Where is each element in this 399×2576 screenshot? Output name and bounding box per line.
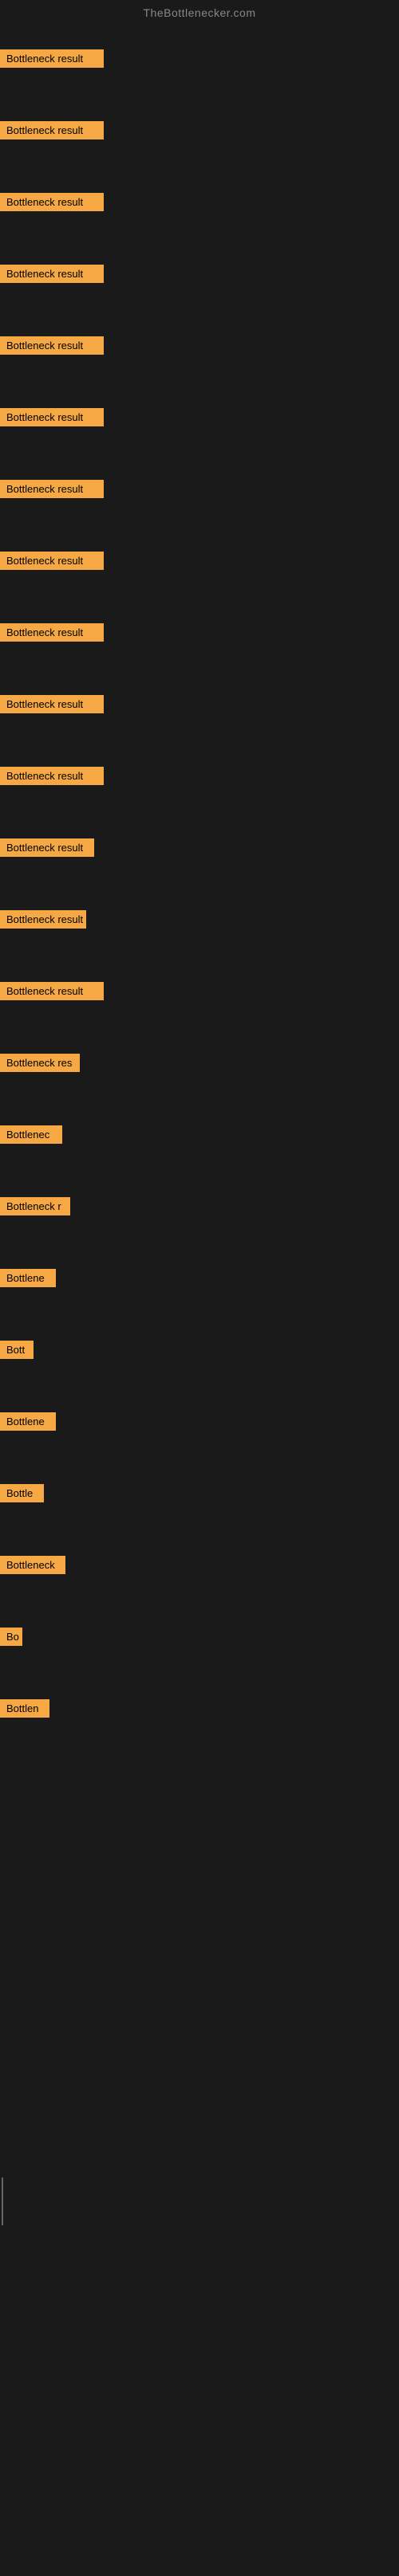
- bottleneck-bar-16[interactable]: Bottleneck r: [0, 1197, 70, 1215]
- bottleneck-bar-8[interactable]: Bottleneck result: [0, 623, 104, 642]
- bar-row-23[interactable]: Bottlen: [0, 1699, 49, 1722]
- bars-container: Bottleneck result Bottleneck result Bottle…: [0, 26, 399, 2576]
- bar-row-1[interactable]: Bottleneck result: [0, 121, 104, 143]
- bottleneck-bar-14[interactable]: Bottleneck res: [0, 1054, 80, 1072]
- bottleneck-bar-20[interactable]: Bottle: [0, 1484, 44, 1502]
- bottleneck-bar-2[interactable]: Bottleneck result: [0, 193, 104, 211]
- bar-row-22[interactable]: Bo: [0, 1628, 22, 1650]
- bottleneck-bar-0[interactable]: Bottleneck result: [0, 49, 104, 68]
- bar-row-5[interactable]: Bottleneck result: [0, 408, 104, 430]
- bar-row-17[interactable]: Bottlene: [0, 1269, 56, 1291]
- bottleneck-bar-3[interactable]: Bottleneck result: [0, 265, 104, 283]
- bottleneck-bar-1[interactable]: Bottleneck result: [0, 121, 104, 139]
- bottleneck-bar-4[interactable]: Bottleneck result: [0, 336, 104, 355]
- bottleneck-bar-13[interactable]: Bottleneck result: [0, 982, 104, 1000]
- bar-row-20[interactable]: Bottle: [0, 1484, 44, 1506]
- bar-row-7[interactable]: Bottleneck result: [0, 552, 104, 574]
- bottleneck-bar-10[interactable]: Bottleneck result: [0, 767, 104, 785]
- bottleneck-bar-7[interactable]: Bottleneck result: [0, 552, 104, 570]
- bar-row-21[interactable]: Bottleneck: [0, 1556, 65, 1578]
- bar-row-15[interactable]: Bottlenec: [0, 1125, 62, 1148]
- bottleneck-bar-22[interactable]: Bo: [0, 1628, 22, 1646]
- bar-row-8[interactable]: Bottleneck result: [0, 623, 104, 646]
- bottleneck-bar-21[interactable]: Bottleneck: [0, 1556, 65, 1574]
- bar-row-19[interactable]: Bottlene: [0, 1412, 56, 1435]
- bottleneck-bar-17[interactable]: Bottlene: [0, 1269, 56, 1287]
- bottleneck-bar-11[interactable]: Bottleneck result: [0, 838, 94, 857]
- bar-row-14[interactable]: Bottleneck res: [0, 1054, 80, 1076]
- bottleneck-bar-12[interactable]: Bottleneck result: [0, 910, 86, 929]
- bottleneck-bar-5[interactable]: Bottleneck result: [0, 408, 104, 426]
- bar-row-2[interactable]: Bottleneck result: [0, 193, 104, 215]
- site-title: TheBottlenecker.com: [0, 0, 399, 26]
- bottleneck-bar-9[interactable]: Bottleneck result: [0, 695, 104, 713]
- bar-row-13[interactable]: Bottleneck result: [0, 982, 104, 1004]
- bar-row-4[interactable]: Bottleneck result: [0, 336, 104, 359]
- bar-row-9[interactable]: Bottleneck result: [0, 695, 104, 717]
- bar-row-10[interactable]: Bottleneck result: [0, 767, 104, 789]
- bar-row-6[interactable]: Bottleneck result: [0, 480, 104, 502]
- bottleneck-bar-6[interactable]: Bottleneck result: [0, 480, 104, 498]
- bar-row-11[interactable]: Bottleneck result: [0, 838, 94, 861]
- bottleneck-bar-19[interactable]: Bottlene: [0, 1412, 56, 1431]
- bottleneck-bar-18[interactable]: Bott: [0, 1341, 34, 1359]
- bar-row-12[interactable]: Bottleneck result: [0, 910, 86, 933]
- bottleneck-bar-15[interactable]: Bottlenec: [0, 1125, 62, 1144]
- bar-row-18[interactable]: Bott: [0, 1341, 34, 1363]
- bar-row-0[interactable]: Bottleneck result: [0, 49, 104, 72]
- bar-row-3[interactable]: Bottleneck result: [0, 265, 104, 287]
- bar-row-16[interactable]: Bottleneck r: [0, 1197, 70, 1219]
- bottleneck-bar-23[interactable]: Bottlen: [0, 1699, 49, 1718]
- cursor-line: [2, 2177, 3, 2225]
